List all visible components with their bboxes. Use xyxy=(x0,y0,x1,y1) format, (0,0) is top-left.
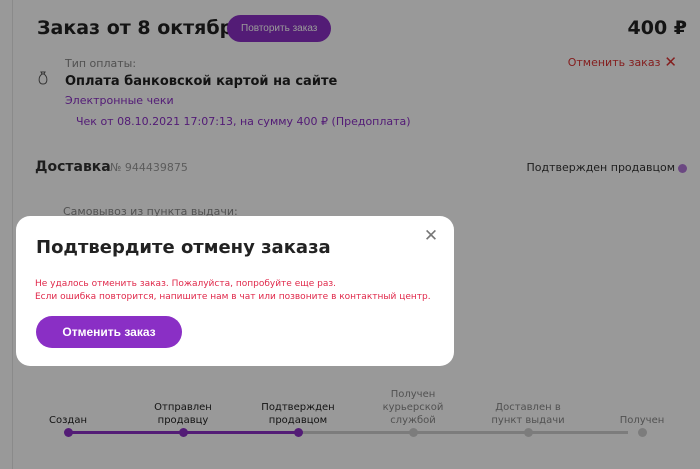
cancel-confirm-modal: Подтвердите отмену заказа ✕ Не удалось о… xyxy=(16,216,454,366)
close-icon[interactable]: ✕ xyxy=(422,227,440,245)
error-message-line2: Если ошибка повторится, напишите нам в ч… xyxy=(35,292,431,302)
modal-title: Подтвердите отмену заказа xyxy=(36,237,331,258)
error-message-line1: Не удалось отменить заказ. Пожалуйста, п… xyxy=(35,279,336,289)
confirm-cancel-button[interactable]: Отменить заказ xyxy=(36,316,182,348)
page: Заказ от 8 октября Повторить заказ 400 ₽… xyxy=(0,0,700,469)
